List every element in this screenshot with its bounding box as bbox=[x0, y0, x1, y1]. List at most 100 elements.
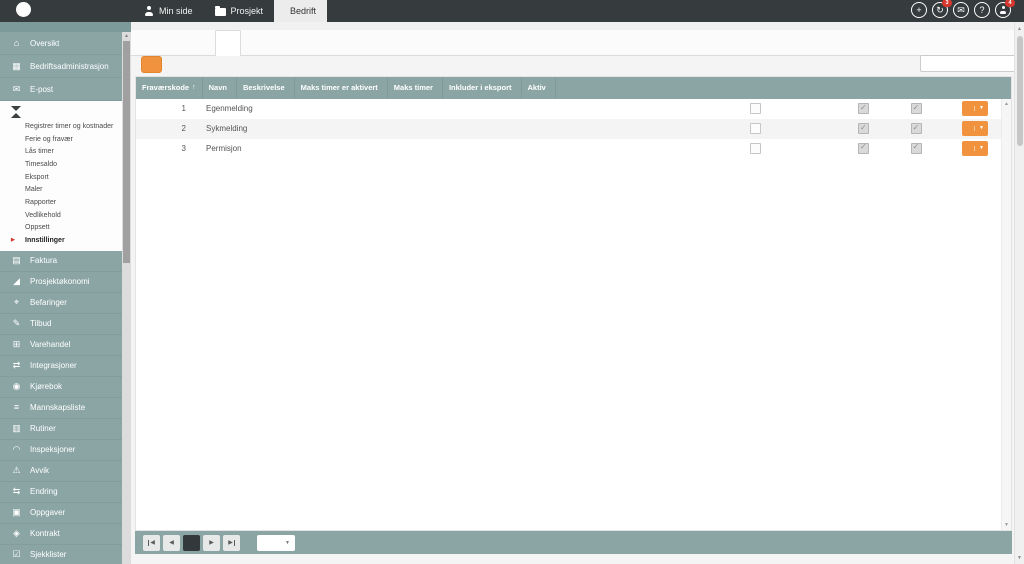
sidebar-subitem[interactable]: Oppsett bbox=[0, 222, 122, 235]
sidebar-subitem[interactable]: Vedlikehold bbox=[0, 209, 122, 222]
crew-list-icon: ≡ bbox=[10, 403, 23, 412]
Sykmelding-button[interactable]: 2 Sykmelding ▼ bbox=[136, 119, 1011, 139]
scroll-down-icon: ▼ bbox=[1017, 555, 1022, 561]
sidebar-item[interactable]: ≡ Mannskapsliste bbox=[0, 398, 122, 419]
content-tab[interactable] bbox=[167, 31, 191, 55]
content-tab[interactable] bbox=[215, 30, 241, 56]
caret-down-icon: ▼ bbox=[285, 540, 290, 546]
current-page-button[interactable] bbox=[183, 535, 200, 551]
sidebar-item[interactable]: ✎ Tilbud bbox=[0, 314, 122, 335]
first-page-button[interactable]: ◀ bbox=[143, 535, 160, 551]
sidebar-item[interactable]: ⇆ Endring bbox=[0, 482, 122, 503]
Egenmelding-button[interactable]: 1 Egenmelding ▼ bbox=[136, 99, 1011, 119]
include-export-checkbox[interactable] bbox=[858, 123, 869, 134]
topbar-nav-item[interactable]: Min side bbox=[133, 0, 204, 22]
active-checkbox[interactable] bbox=[911, 143, 922, 154]
include-export-checkbox[interactable] bbox=[858, 143, 869, 154]
table-column-header[interactable]: Fraværskode ↑ bbox=[136, 77, 203, 99]
sidebar-subitem[interactable]: Timesaldo bbox=[0, 158, 122, 171]
search-input[interactable] bbox=[920, 55, 1022, 72]
endre-button[interactable]: ▼ bbox=[962, 141, 988, 156]
sidebar-item-time[interactable] bbox=[0, 104, 122, 120]
endre-button[interactable]: ▼ bbox=[962, 101, 988, 116]
topbar-nav-item[interactable]: Prosjekt bbox=[204, 0, 275, 22]
topbar-nav-item[interactable]: Bedrift bbox=[274, 0, 327, 22]
caret-down-icon: ▼ bbox=[974, 106, 988, 111]
sidebar-item[interactable]: ⌖ Befaringer bbox=[0, 293, 122, 314]
holte-logo[interactable] bbox=[16, 2, 34, 17]
scroll-up-icon: ▲ bbox=[124, 33, 129, 39]
page-size-select[interactable]: ▼ bbox=[257, 535, 295, 551]
sidebar-scrollbar[interactable]: ▲ bbox=[122, 32, 131, 564]
content-tab[interactable] bbox=[143, 31, 167, 55]
legg-til-button[interactable] bbox=[141, 56, 162, 73]
active-checkbox[interactable] bbox=[911, 103, 922, 114]
profile-button[interactable]: 4 bbox=[995, 2, 1011, 18]
include-export-checkbox[interactable] bbox=[858, 103, 869, 114]
table-column-header[interactable]: Beskrivelse bbox=[237, 77, 295, 99]
sidebar-item[interactable]: ⌂ Oversikt bbox=[0, 32, 122, 55]
sidebar-item[interactable]: ✉ E-post bbox=[0, 78, 122, 101]
offer-icon: ✎ bbox=[10, 319, 23, 328]
table-column-header[interactable]: Maks timer er aktivert bbox=[295, 77, 388, 99]
scroll-up-icon: ▲ bbox=[1017, 26, 1022, 32]
sidebar-scrollbar-thumb[interactable] bbox=[123, 41, 130, 263]
endre-button[interactable]: ▼ bbox=[962, 121, 988, 136]
sidebar-item[interactable]: ⊞ Varehandel bbox=[0, 335, 122, 356]
notifications-button[interactable]: ↻ 3 bbox=[932, 2, 948, 18]
sidebar-item[interactable]: ⇄ Integrasjoner bbox=[0, 356, 122, 377]
content-tab[interactable] bbox=[265, 31, 289, 55]
help-button[interactable]: ? bbox=[974, 2, 990, 18]
table-column-header[interactable] bbox=[556, 77, 571, 99]
sidebar-subitem[interactable]: Rapporter bbox=[0, 196, 122, 209]
scroll-down-icon: ▼ bbox=[1004, 522, 1009, 528]
sidebar-item[interactable]: ☑ Sjekklister bbox=[0, 545, 122, 564]
sidebar-item-label: Kontrakt bbox=[30, 529, 60, 538]
content-tab[interactable] bbox=[241, 31, 265, 55]
sidebar-item[interactable]: ▥ Rutiner bbox=[0, 419, 122, 440]
table-column-header[interactable]: Inkluder i eksport bbox=[443, 77, 522, 99]
table-column-header[interactable]: Navn bbox=[203, 77, 237, 99]
fravaerskoder-table: Fraværskode ↑ Navn Beskrivelse Maks time… bbox=[135, 76, 1012, 531]
table-column-header[interactable]: Maks timer bbox=[388, 77, 443, 99]
sidebar-subitem[interactable]: Ferie og fravær bbox=[0, 133, 122, 146]
sidebar-item[interactable]: ◠ Inspeksjoner bbox=[0, 440, 122, 461]
table-column-header[interactable]: Aktiv bbox=[522, 77, 556, 99]
messages-button[interactable]: ✉ bbox=[953, 2, 969, 18]
sidebar-item[interactable]: ◢ Prosjektøkonomi bbox=[0, 272, 122, 293]
sidebar-item[interactable]: ◉ Kjørebok bbox=[0, 377, 122, 398]
content-tab[interactable] bbox=[289, 31, 313, 55]
sidebar-item[interactable]: ◈ Kontrakt bbox=[0, 524, 122, 545]
topbar-actions: + ↻ 3 ✉ ? 4 bbox=[911, 2, 1011, 18]
sidebar-item[interactable]: ▤ Faktura bbox=[0, 251, 122, 272]
sidebar-item[interactable]: ▣ Oppgaver bbox=[0, 503, 122, 524]
content-tab[interactable] bbox=[313, 31, 337, 55]
Permisjon-button[interactable]: 3 Permisjon ▼ bbox=[136, 139, 1011, 159]
page-scrollbar[interactable]: ▲ ▼ bbox=[1014, 22, 1024, 564]
sidebar-subitem[interactable]: Registrer timer og kostnader bbox=[0, 120, 122, 133]
content-tab[interactable] bbox=[191, 31, 215, 55]
table-scrollbar[interactable]: ▲ ▼ bbox=[1001, 99, 1011, 530]
sidebar-item-label: Befaringer bbox=[30, 298, 67, 307]
sidebar-subitem-label: Lås timer bbox=[25, 148, 54, 155]
sidebar-subitem[interactable]: Innstillinger bbox=[0, 234, 122, 247]
action-icon: ↻ bbox=[936, 6, 944, 15]
previous-page-button[interactable]: ◀ bbox=[163, 535, 180, 551]
active-checkbox[interactable] bbox=[911, 123, 922, 134]
page-scrollbar-thumb[interactable] bbox=[1017, 36, 1023, 146]
action-icon: ✉ bbox=[957, 6, 965, 15]
holte-bedrift-app: Min side Prosjekt Bedrift + ↻ 3 ✉ ? 4 bbox=[0, 0, 1024, 564]
add-button[interactable]: + bbox=[911, 2, 927, 18]
sidebar-subitem[interactable]: Maler bbox=[0, 183, 122, 196]
max-hours-enabled-checkbox[interactable] bbox=[750, 123, 761, 134]
last-page-button[interactable]: ▶ bbox=[223, 535, 240, 551]
sidebar-item[interactable]: ⚠ Avvik bbox=[0, 461, 122, 482]
sidebar-subitem[interactable]: Eksport bbox=[0, 171, 122, 184]
sidebar-subitem[interactable]: Lås timer bbox=[0, 145, 122, 158]
content-tab[interactable] bbox=[337, 31, 361, 55]
max-hours-enabled-checkbox[interactable] bbox=[750, 143, 761, 154]
cell-code: 1 bbox=[182, 104, 186, 113]
next-page-button[interactable]: ▶ bbox=[203, 535, 220, 551]
max-hours-enabled-checkbox[interactable] bbox=[750, 103, 761, 114]
sidebar-item[interactable]: ▦ Bedriftsadministrasjon bbox=[0, 55, 122, 78]
